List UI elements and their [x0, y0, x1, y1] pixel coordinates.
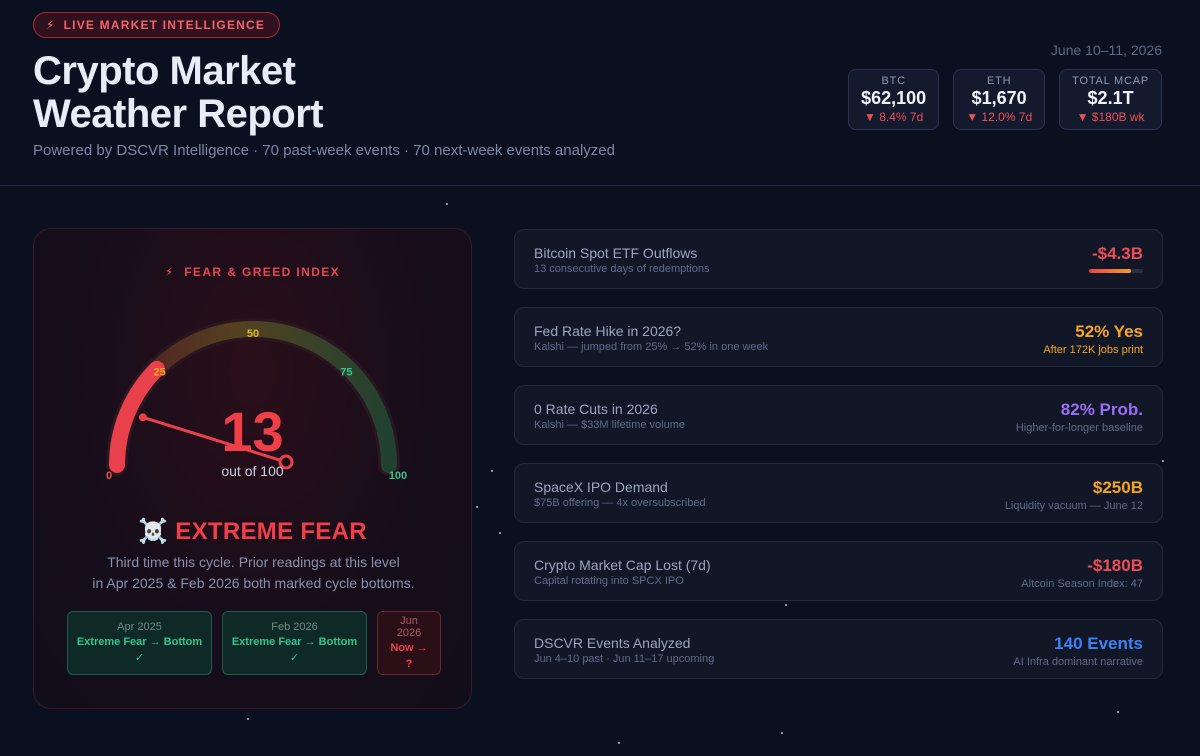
- metric-card: 0 Rate Cuts in 2026 Kalshi — $33M lifeti…: [514, 385, 1163, 445]
- sentiment-label: ☠️ EXTREME FEAR: [34, 517, 471, 546]
- ticker-value: $1,670: [971, 88, 1027, 108]
- metric-subtitle: $75B offering — 4x oversubscribed: [534, 497, 706, 509]
- title-line-1: Crypto Market: [33, 49, 296, 93]
- page-title: Crypto Market Weather Report: [33, 50, 453, 136]
- history-date: Apr 2025: [117, 621, 162, 633]
- gauge-tick-label: 25: [154, 367, 166, 379]
- gauge-out-of: out of 100: [221, 463, 284, 479]
- metric-subtitle: Kalshi — jumped from 25% → 52% in one we…: [534, 341, 769, 353]
- metric-value: -$180B: [1087, 556, 1143, 575]
- metric-subtitle: Kalshi — $33M lifetime volume: [534, 419, 686, 431]
- history-timeline: Apr 2025 Extreme Fear → Bottom ✓ Feb 202…: [67, 611, 441, 675]
- page-subtitle: Powered by DSCVR Intelligence · 70 past-…: [33, 142, 615, 159]
- report-header: ⚡ LIVE MARKET INTELLIGENCE Crypto Market…: [0, 0, 1200, 186]
- checkmark-icon: ✓: [289, 652, 300, 664]
- ticker-value: $2.1T: [1087, 88, 1134, 108]
- sentiment-text: ☠️ EXTREME FEAR: [138, 518, 367, 545]
- report-date: June 10–11, 2026: [1050, 42, 1162, 58]
- history-text: Extreme Fear → Bottom: [231, 636, 358, 648]
- metric-value: $250B: [1092, 478, 1143, 497]
- metric-title: Bitcoin Spot ETF Outflows: [534, 245, 698, 261]
- gauge-tick-label: 75: [340, 367, 352, 379]
- description-line-2: in Apr 2025 & Feb 2026 both marked cycle…: [92, 575, 415, 591]
- live-badge: ⚡ LIVE MARKET INTELLIGENCE: [33, 12, 281, 38]
- ticker-total-mcap: TOTAL MCAP $2.1T ▼ $180B wk: [1059, 69, 1162, 130]
- live-badge-label: LIVE MARKET INTELLIGENCE: [63, 18, 266, 32]
- metric-title: DSCVR Events Analyzed: [534, 635, 691, 651]
- metric-value: -$4.3B: [1091, 244, 1143, 263]
- metric-note: After 172K jobs print: [1043, 344, 1143, 356]
- gauge-description: Third time this cycle. Prior readings at…: [64, 552, 443, 594]
- ticker-value: $62,100: [861, 88, 927, 108]
- history-date: Feb 2026: [271, 621, 318, 633]
- lightning-icon: ⚡: [46, 18, 56, 32]
- metric-title: SpaceX IPO Demand: [534, 479, 668, 495]
- ticker-label: BTC: [881, 75, 906, 87]
- metric-value: 82% Prob.: [1060, 400, 1143, 419]
- metrics-list: Bitcoin Spot ETF Outflows 13 consecutive…: [514, 229, 1163, 697]
- metric-progress-bar: [1089, 269, 1143, 273]
- gauge-tick-label: 50: [247, 328, 259, 340]
- metric-title: Crypto Market Cap Lost (7d): [534, 557, 711, 573]
- ticker-change: ▼ 12.0% 7d: [966, 110, 1033, 124]
- metric-subtitle: Capital rotating into SPCX IPO: [534, 575, 684, 587]
- title-line-2: Weather Report: [33, 92, 324, 136]
- metric-title: Fed Rate Hike in 2026?: [534, 323, 682, 339]
- ticker-eth: ETH $1,670 ▼ 12.0% 7d: [953, 69, 1046, 130]
- history-text: Extreme Fear → Bottom: [76, 636, 203, 648]
- metric-note: Liquidity vacuum — June 12: [1004, 500, 1143, 512]
- metric-note: Altcoin Season Index: 47: [1021, 578, 1143, 590]
- metric-note: Higher-for-longer baseline: [1015, 422, 1143, 434]
- metric-card: DSCVR Events Analyzed Jun 4–10 past · Ju…: [514, 619, 1163, 679]
- gauge-value: 13: [221, 400, 284, 463]
- metric-card: SpaceX IPO Demand $75B offering — 4x ove…: [514, 463, 1163, 523]
- metric-card: Bitcoin Spot ETF Outflows 13 consecutive…: [514, 229, 1163, 289]
- history-date-line-1: Jun: [400, 615, 418, 627]
- history-date-line-2: 2026: [396, 627, 422, 639]
- history-item-feb-2026: Feb 2026 Extreme Fear → Bottom ✓: [222, 611, 367, 675]
- ticker-label: ETH: [986, 75, 1012, 87]
- metric-card: Fed Rate Hike in 2026? Kalshi — jumped f…: [514, 307, 1163, 367]
- metric-subtitle: 13 consecutive days of redemptions: [534, 263, 710, 275]
- ticker-label: TOTAL MCAP: [1072, 75, 1149, 87]
- ticker-change: ▼ 8.4% 7d: [864, 110, 924, 124]
- fear-greed-card: ⚡ FEAR & GREED INDEX 0 25 50 75 100 13 out o…: [33, 228, 472, 709]
- checkmark-icon: ✓: [134, 652, 145, 664]
- history-item-jun-2026: Jun 2026 Now → ?: [377, 611, 441, 675]
- metric-subtitle: Jun 4–10 past · Jun 11–17 upcoming: [534, 653, 715, 665]
- ticker-change: ▼ $180B wk: [1076, 110, 1145, 124]
- metric-progress-fill: [1089, 269, 1132, 273]
- description-line-1: Third time this cycle. Prior readings at…: [107, 554, 400, 570]
- history-text: Now →: [390, 642, 428, 654]
- metric-note: AI Infra dominant narrative: [1013, 656, 1143, 668]
- history-item-apr-2025: Apr 2025 Extreme Fear → Bottom ✓: [67, 611, 212, 675]
- metric-title: 0 Rate Cuts in 2026: [534, 401, 658, 417]
- question-mark-icon: ?: [405, 658, 413, 670]
- metric-card: Crypto Market Cap Lost (7d) Capital rota…: [514, 541, 1163, 601]
- ticker-btc: BTC $62,100 ▼ 8.4% 7d: [848, 69, 940, 130]
- metric-value: 52% Yes: [1075, 322, 1143, 341]
- metric-value: 140 Events: [1054, 634, 1143, 653]
- ticker-strip: BTC $62,100 ▼ 8.4% 7d ETH $1,670 ▼ 12.0%…: [848, 69, 1162, 130]
